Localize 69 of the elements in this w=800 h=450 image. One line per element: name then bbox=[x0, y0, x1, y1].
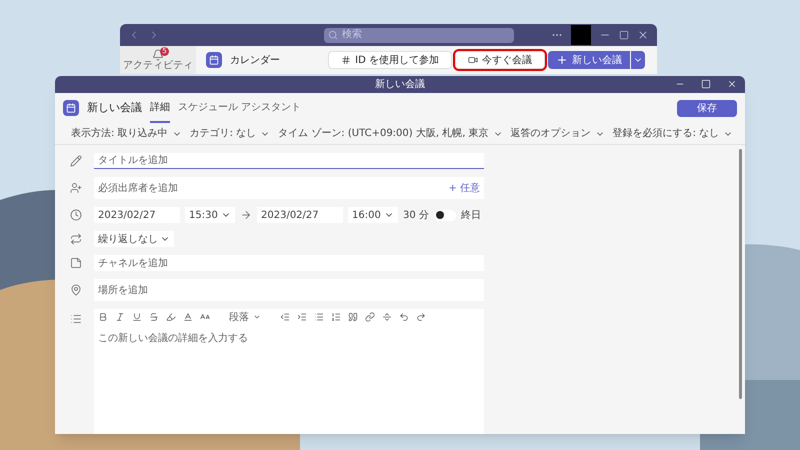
optional-attendees-link[interactable]: + 任意 bbox=[448, 180, 480, 196]
maximize-icon[interactable] bbox=[619, 30, 629, 40]
underline-icon[interactable] bbox=[132, 312, 142, 322]
meet-now-button[interactable]: 今すぐ会議 bbox=[455, 51, 545, 69]
hash-icon bbox=[341, 55, 352, 65]
calendar-app-icon bbox=[206, 52, 222, 68]
redaction-block bbox=[571, 25, 591, 45]
quote-icon[interactable] bbox=[348, 312, 358, 322]
arrow-icon bbox=[240, 209, 252, 221]
all-day-toggle[interactable] bbox=[434, 210, 456, 220]
end-date-field[interactable]: 2023/02/27 bbox=[257, 207, 343, 223]
attendees-placeholder: 必須出席者を追加 bbox=[98, 182, 178, 196]
start-time-dropdown[interactable]: 15:30 bbox=[185, 207, 235, 223]
location-pin-icon bbox=[70, 284, 82, 296]
option-dropdown[interactable]: 返答のオプション bbox=[510, 126, 605, 141]
dropdown-button[interactable] bbox=[631, 51, 645, 69]
end-time-dropdown[interactable]: 16:00 bbox=[348, 207, 398, 223]
video-camera-icon bbox=[468, 55, 478, 65]
app-title: カレンダー bbox=[230, 54, 280, 68]
numbered-list-icon[interactable] bbox=[331, 312, 341, 322]
start-date-field[interactable]: 2023/02/27 bbox=[94, 207, 180, 223]
pencil-icon bbox=[70, 155, 82, 167]
plus-icon bbox=[556, 54, 568, 66]
close-icon[interactable] bbox=[637, 29, 649, 41]
clock-icon bbox=[70, 209, 82, 221]
attendees-input-field[interactable]: 必須出席者を追加 + 任意 bbox=[94, 177, 484, 199]
channel-input-field[interactable]: チャネルを追加 bbox=[94, 255, 484, 271]
repeat-dropdown[interactable]: 繰り返しなし bbox=[94, 231, 174, 247]
highlighter-icon[interactable] bbox=[166, 312, 176, 322]
option-dropdown[interactable]: 登録を必須にする: なし bbox=[612, 126, 734, 141]
dialog-title: 新しい会議 bbox=[375, 80, 425, 90]
paragraph-style-dropdown[interactable]: 段落 bbox=[229, 310, 261, 324]
bold-icon[interactable] bbox=[98, 312, 108, 322]
title-input-field[interactable]: タイトルを追加 bbox=[94, 153, 484, 169]
search-icon bbox=[328, 30, 338, 40]
option-dropdown[interactable]: タイム ゾーン: (UTC+09:00) 大阪, 札幌, 東京 bbox=[278, 126, 503, 141]
duration-text: 30 分 bbox=[403, 208, 429, 222]
tab[interactable]: 詳細 bbox=[150, 93, 170, 123]
person-add-icon bbox=[70, 182, 82, 194]
new-meeting-button[interactable]: 新しい会議 bbox=[548, 51, 630, 69]
calendar-app-icon bbox=[63, 100, 79, 116]
repeat-icon bbox=[70, 233, 82, 245]
link-icon[interactable] bbox=[365, 312, 375, 322]
tab[interactable]: スケジュール アシスタント bbox=[178, 93, 302, 123]
font-size-icon[interactable] bbox=[200, 312, 210, 322]
outdent-icon[interactable] bbox=[280, 312, 290, 322]
option-dropdown[interactable]: 表示方法: 取り込み中 bbox=[71, 126, 182, 141]
details-editor[interactable]: 段落 この新しい会議の詳細を入力する bbox=[94, 309, 484, 434]
scrollbar[interactable] bbox=[739, 149, 742, 399]
close-icon[interactable] bbox=[727, 79, 737, 89]
strikethrough-icon[interactable] bbox=[149, 312, 159, 322]
indent-icon[interactable] bbox=[297, 312, 307, 322]
redo-icon[interactable] bbox=[416, 312, 426, 322]
horizontal-rule-icon[interactable] bbox=[382, 312, 392, 322]
save-button[interactable]: 保存 bbox=[677, 100, 737, 116]
join-with-id-button[interactable]: ID を使用して参加 bbox=[328, 51, 452, 69]
activity-label: アクティビティ bbox=[123, 61, 193, 71]
note-icon bbox=[70, 257, 82, 269]
chevron-down-icon bbox=[253, 313, 261, 321]
option-dropdown[interactable]: カテゴリ: なし bbox=[190, 126, 270, 141]
location-input-field[interactable]: 場所を追加 bbox=[94, 279, 484, 301]
dialog-heading: 新しい会議 bbox=[87, 100, 142, 116]
italic-icon[interactable] bbox=[115, 312, 125, 322]
bell-icon bbox=[152, 49, 164, 61]
font-color-icon[interactable] bbox=[183, 312, 193, 322]
bulleted-list-icon[interactable] bbox=[314, 312, 324, 322]
undo-icon[interactable] bbox=[399, 312, 409, 322]
editor-placeholder: この新しい会議の詳細を入力する bbox=[98, 332, 249, 346]
all-day-label: 終日 bbox=[460, 208, 481, 222]
